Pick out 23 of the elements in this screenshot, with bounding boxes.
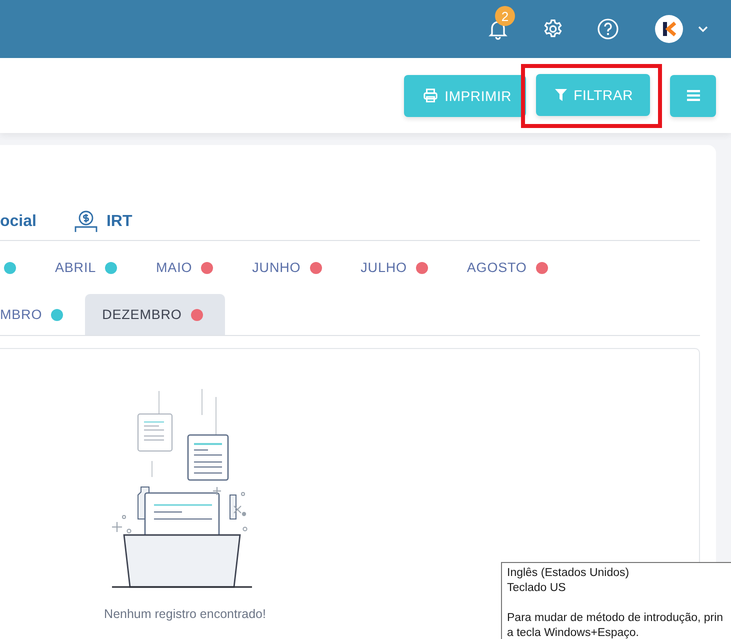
menu-icon [686,90,700,101]
tooltip-text: Teclado US [507,581,567,596]
empty-message: Nenhum registro encontrado! [104,607,266,621]
month-tab[interactable]: MBRO [0,294,86,335]
section-tab[interactable]: IRT [74,210,132,234]
help-icon[interactable] [597,18,619,40]
notification-badge: 2 [495,6,515,26]
month-tab[interactable]: MAIO [139,260,236,275]
month-tab[interactable]: ABRIL [38,260,140,275]
avatar[interactable] [655,15,683,43]
month-tab[interactable]: JULHO [344,260,450,275]
settings-icon[interactable] [542,18,564,40]
filter-icon [554,88,567,100]
tooltip-text: Inglês (Estados Unidos) [507,566,630,581]
month-tab[interactable]: DEZEMBRO [85,294,225,335]
tooltip-text: a tecla Windows+Espaço. [507,626,640,639]
tooltip-text: Para mudar de método de introdução, prin [507,611,724,626]
coin-hand-icon [74,210,98,234]
section-tab[interactable]: ocial [0,212,36,230]
month-tab[interactable]: AGOSTO [450,260,570,275]
caret-icon[interactable] [697,25,709,33]
month-tab[interactable]: JUNHO [235,260,344,275]
printer-icon [422,88,438,103]
